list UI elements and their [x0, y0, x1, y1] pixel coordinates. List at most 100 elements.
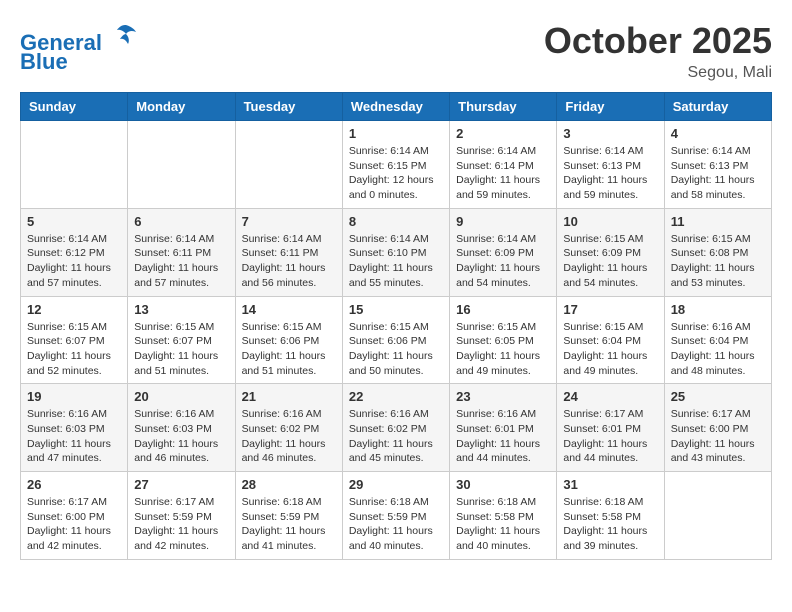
day-number: 10: [563, 214, 657, 229]
day-number: 23: [456, 389, 550, 404]
calendar-header-saturday: Saturday: [664, 93, 771, 121]
calendar-cell: 30Sunrise: 6:18 AM Sunset: 5:58 PM Dayli…: [450, 472, 557, 560]
calendar-cell: 20Sunrise: 6:16 AM Sunset: 6:03 PM Dayli…: [128, 384, 235, 472]
day-number: 13: [134, 302, 228, 317]
calendar-cell: 23 Sunrise: 6:16 AM Sunset: 6:01 PM Dayli…: [450, 384, 557, 472]
calendar-cell: 24 Sunrise: 6:17 AM Sunset: 6:01 PM Dayli…: [557, 384, 664, 472]
day-info: Sunrise: 6:14 AM Sunset: 6:13 PM Dayligh…: [563, 144, 657, 203]
day-info: Sunrise: 6:14 AM Sunset: 6:10 PM Dayligh…: [349, 232, 443, 291]
day-number: 7: [242, 214, 336, 229]
calendar-cell: 13 Sunrise: 6:15 AM Sunset: 6:07 PM Dayli…: [128, 296, 235, 384]
calendar-header-thursday: Thursday: [450, 93, 557, 121]
calendar-header-monday: Monday: [128, 93, 235, 121]
day-info: Sunrise: 6:15 AM Sunset: 6:06 PM Dayligh…: [242, 320, 336, 379]
day-info: Sunrise: 6:17 AM Sunset: 6:00 PM Dayligh…: [671, 407, 765, 466]
day-info: Sunrise: 6:18 AM Sunset: 5:59 PM Dayligh…: [242, 495, 336, 554]
day-info: Sunrise: 6:16 AM Sunset: 6:02 PM Dayligh…: [242, 407, 336, 466]
day-number: 5: [27, 214, 121, 229]
page-header: General Blue October 2025 Segou, Mali: [20, 20, 772, 82]
day-number: 22: [349, 389, 443, 404]
calendar-cell: 9 Sunrise: 6:14 AM Sunset: 6:09 PM Daylig…: [450, 208, 557, 296]
day-number: 30: [456, 477, 550, 492]
day-number: 19: [27, 389, 121, 404]
calendar-cell: 27 Sunrise: 6:17 AM Sunset: 5:59 PM Dayli…: [128, 472, 235, 560]
day-info: Sunrise: 6:15 AM Sunset: 6:07 PM Dayligh…: [134, 320, 228, 379]
day-info: Sunrise: 6:17 AM Sunset: 5:59 PM Dayligh…: [134, 495, 228, 554]
day-info: Sunrise: 6:17 AM Sunset: 6:01 PM Dayligh…: [563, 407, 657, 466]
day-number: 12: [27, 302, 121, 317]
day-info: Sunrise: 6:14 AM Sunset: 6:13 PM Dayligh…: [671, 144, 765, 203]
calendar-cell: 25 Sunrise: 6:17 AM Sunset: 6:00 PM Dayli…: [664, 384, 771, 472]
calendar-table: SundayMondayTuesdayWednesdayThursdayFrid…: [20, 92, 772, 560]
calendar-cell: 26Sunrise: 6:17 AM Sunset: 6:00 PM Dayli…: [21, 472, 128, 560]
calendar-cell: [21, 121, 128, 209]
day-number: 9: [456, 214, 550, 229]
day-info: Sunrise: 6:14 AM Sunset: 6:15 PM Dayligh…: [349, 144, 443, 203]
logo: General Blue: [20, 20, 140, 75]
calendar-cell: 28 Sunrise: 6:18 AM Sunset: 5:59 PM Dayli…: [235, 472, 342, 560]
day-info: Sunrise: 6:15 AM Sunset: 6:09 PM Dayligh…: [563, 232, 657, 291]
day-info: Sunrise: 6:15 AM Sunset: 6:08 PM Dayligh…: [671, 232, 765, 291]
calendar-cell: 8Sunrise: 6:14 AM Sunset: 6:10 PM Daylig…: [342, 208, 449, 296]
day-number: 3: [563, 126, 657, 141]
day-info: Sunrise: 6:16 AM Sunset: 6:02 PM Dayligh…: [349, 407, 443, 466]
calendar-cell: 22 Sunrise: 6:16 AM Sunset: 6:02 PM Dayli…: [342, 384, 449, 472]
calendar-week-row: 19 Sunrise: 6:16 AM Sunset: 6:03 PM Dayli…: [21, 384, 772, 472]
day-info: Sunrise: 6:15 AM Sunset: 6:07 PM Dayligh…: [27, 320, 121, 379]
day-number: 2: [456, 126, 550, 141]
day-info: Sunrise: 6:14 AM Sunset: 6:14 PM Dayligh…: [456, 144, 550, 203]
calendar-cell: 6 Sunrise: 6:14 AM Sunset: 6:11 PM Daylig…: [128, 208, 235, 296]
calendar-week-row: 1Sunrise: 6:14 AM Sunset: 6:15 PM Daylig…: [21, 121, 772, 209]
day-number: 4: [671, 126, 765, 141]
calendar-cell: 11 Sunrise: 6:15 AM Sunset: 6:08 PM Dayli…: [664, 208, 771, 296]
day-number: 25: [671, 389, 765, 404]
day-number: 24: [563, 389, 657, 404]
calendar-cell: 3 Sunrise: 6:14 AM Sunset: 6:13 PM Daylig…: [557, 121, 664, 209]
calendar-cell: 18 Sunrise: 6:16 AM Sunset: 6:04 PM Dayli…: [664, 296, 771, 384]
day-info: Sunrise: 6:14 AM Sunset: 6:09 PM Dayligh…: [456, 232, 550, 291]
calendar-cell: 19Sunrise: 6:16 AM Sunset: 6:03 PM Dayli…: [21, 384, 128, 472]
day-number: 29: [349, 477, 443, 492]
day-info: Sunrise: 6:14 AM Sunset: 6:11 PM Dayligh…: [134, 232, 228, 291]
calendar-cell: 10 Sunrise: 6:15 AM Sunset: 6:09 PM Dayli…: [557, 208, 664, 296]
day-number: 28: [242, 477, 336, 492]
calendar-week-row: 26Sunrise: 6:17 AM Sunset: 6:00 PM Dayli…: [21, 472, 772, 560]
calendar-cell: [235, 121, 342, 209]
day-info: Sunrise: 6:14 AM Sunset: 6:12 PM Dayligh…: [27, 232, 121, 291]
calendar-cell: 17Sunrise: 6:15 AM Sunset: 6:04 PM Dayli…: [557, 296, 664, 384]
day-info: Sunrise: 6:16 AM Sunset: 6:01 PM Dayligh…: [456, 407, 550, 466]
calendar-week-row: 12 Sunrise: 6:15 AM Sunset: 6:07 PM Dayli…: [21, 296, 772, 384]
calendar-cell: 2 Sunrise: 6:14 AM Sunset: 6:14 PM Daylig…: [450, 121, 557, 209]
day-number: 15: [349, 302, 443, 317]
day-info: Sunrise: 6:18 AM Sunset: 5:59 PM Dayligh…: [349, 495, 443, 554]
calendar-header-tuesday: Tuesday: [235, 93, 342, 121]
day-number: 6: [134, 214, 228, 229]
day-number: 16: [456, 302, 550, 317]
title-block: October 2025 Segou, Mali: [544, 20, 772, 82]
day-info: Sunrise: 6:16 AM Sunset: 6:03 PM Dayligh…: [134, 407, 228, 466]
day-number: 11: [671, 214, 765, 229]
calendar-cell: 16Sunrise: 6:15 AM Sunset: 6:05 PM Dayli…: [450, 296, 557, 384]
day-info: Sunrise: 6:14 AM Sunset: 6:11 PM Dayligh…: [242, 232, 336, 291]
calendar-cell: 29 Sunrise: 6:18 AM Sunset: 5:59 PM Dayli…: [342, 472, 449, 560]
calendar-cell: [128, 121, 235, 209]
day-info: Sunrise: 6:17 AM Sunset: 6:00 PM Dayligh…: [27, 495, 121, 554]
calendar-cell: 1Sunrise: 6:14 AM Sunset: 6:15 PM Daylig…: [342, 121, 449, 209]
calendar-header-row: SundayMondayTuesdayWednesdayThursdayFrid…: [21, 93, 772, 121]
calendar-week-row: 5 Sunrise: 6:14 AM Sunset: 6:12 PM Daylig…: [21, 208, 772, 296]
calendar-cell: [664, 472, 771, 560]
calendar-cell: 5 Sunrise: 6:14 AM Sunset: 6:12 PM Daylig…: [21, 208, 128, 296]
calendar-cell: 7 Sunrise: 6:14 AM Sunset: 6:11 PM Daylig…: [235, 208, 342, 296]
day-info: Sunrise: 6:16 AM Sunset: 6:04 PM Dayligh…: [671, 320, 765, 379]
day-info: Sunrise: 6:18 AM Sunset: 5:58 PM Dayligh…: [563, 495, 657, 554]
month-title: October 2025: [544, 20, 772, 62]
day-number: 17: [563, 302, 657, 317]
calendar-cell: 15 Sunrise: 6:15 AM Sunset: 6:06 PM Dayli…: [342, 296, 449, 384]
calendar-cell: 4 Sunrise: 6:14 AM Sunset: 6:13 PM Daylig…: [664, 121, 771, 209]
day-number: 27: [134, 477, 228, 492]
day-number: 21: [242, 389, 336, 404]
day-number: 18: [671, 302, 765, 317]
day-info: Sunrise: 6:15 AM Sunset: 6:06 PM Dayligh…: [349, 320, 443, 379]
day-number: 14: [242, 302, 336, 317]
logo-bird-icon: [110, 20, 140, 50]
